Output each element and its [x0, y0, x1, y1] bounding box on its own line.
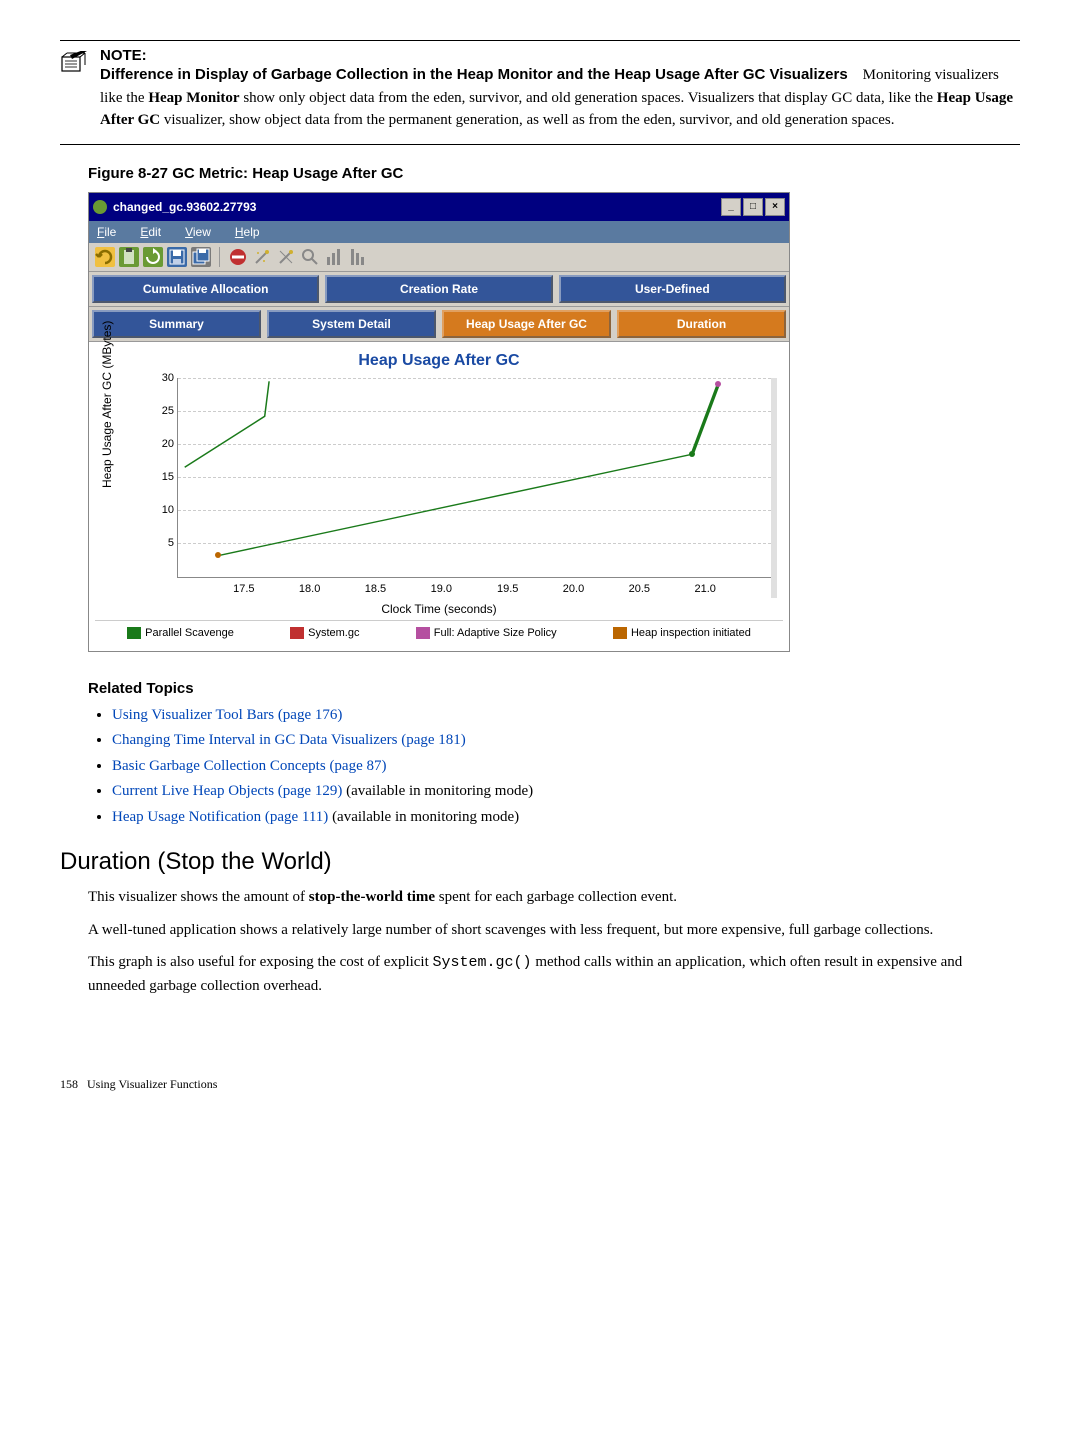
zoom-icon[interactable] [300, 247, 320, 267]
list-item: Heap Usage Notification (page 111) (avai… [112, 805, 1020, 831]
cumulative-allocation-button[interactable]: Cumulative Allocation [92, 275, 319, 303]
swatch-red [290, 627, 304, 639]
swatch-orange [613, 627, 627, 639]
legend-parallel-scavenge: Parallel Scavenge [127, 627, 234, 639]
ytick-30: 30 [154, 372, 174, 384]
refresh-icon[interactable] [143, 247, 163, 267]
summary-button[interactable]: Summary [92, 310, 261, 338]
x-axis-label: Clock Time (seconds) [95, 602, 783, 616]
minimize-button[interactable]: _ [721, 198, 741, 216]
xtick: 20.5 [629, 583, 650, 595]
link-visualizer-toolbars[interactable]: Using Visualizer Tool Bars (page 176) [112, 707, 342, 723]
swatch-pink [416, 627, 430, 639]
menu-view[interactable]: View [185, 225, 211, 239]
link-heap-usage-notification[interactable]: Heap Usage Notification (page 111) [112, 809, 328, 825]
close-button[interactable]: × [765, 198, 785, 216]
window-title: changed_gc.93602.27793 [113, 200, 721, 214]
chart-plot: Heap Usage After GC (MBytes) 30 25 20 15… [151, 378, 771, 598]
paragraph: This visualizer shows the amount of stop… [88, 886, 1020, 909]
heap-usage-button[interactable]: Heap Usage After GC [442, 310, 611, 338]
top-button-row: Cumulative Allocation Creation Rate User… [89, 272, 789, 307]
bars-alt-icon[interactable] [348, 247, 368, 267]
no-entry-icon[interactable] [228, 247, 248, 267]
page-number: 158 [60, 1077, 78, 1091]
legend-full-adaptive: Full: Adaptive Size Policy [416, 627, 557, 639]
chart-title: Heap Usage After GC [95, 352, 783, 370]
link-time-interval[interactable]: Changing Time Interval in GC Data Visual… [112, 732, 466, 748]
chart-area: Heap Usage After GC Heap Usage After GC … [89, 342, 789, 651]
duration-button[interactable]: Duration [617, 310, 786, 338]
note-heading: Difference in Display of Garbage Collect… [100, 66, 848, 83]
point-heap-inspection [215, 552, 221, 558]
menu-help[interactable]: Help [235, 225, 260, 239]
maximize-button[interactable]: □ [743, 198, 763, 216]
xtick: 18.0 [299, 583, 320, 595]
link-gc-concepts[interactable]: Basic Garbage Collection Concepts (page … [112, 758, 387, 774]
toolbar [89, 243, 789, 272]
list-item: Changing Time Interval in GC Data Visual… [112, 728, 1020, 754]
link-live-heap-objects[interactable]: Current Live Heap Objects (page 129) [112, 783, 342, 799]
legend-system-gc: System.gc [290, 627, 359, 639]
footer-label: Using Visualizer Functions [87, 1077, 217, 1091]
note-label: NOTE: [100, 47, 1020, 64]
toolbar-separator [219, 247, 220, 267]
point-full-adaptive [715, 381, 721, 387]
note-block: NOTE: Difference in Display of Garbage C… [60, 40, 1020, 145]
save-multi-icon[interactable] [191, 247, 211, 267]
ytick-15: 15 [154, 471, 174, 483]
titlebar: changed_gc.93602.27793 _ □ × [89, 193, 789, 221]
save-icon[interactable] [167, 247, 187, 267]
app-icon [93, 200, 107, 214]
window-controls: _ □ × [721, 198, 785, 216]
xtick: 20.0 [563, 583, 584, 595]
section-heading-duration: Duration (Stop the World) [60, 848, 1020, 876]
list-item: Basic Garbage Collection Concepts (page … [112, 754, 1020, 780]
page-footer: 158 Using Visualizer Functions [60, 1077, 1020, 1092]
visualizer-window: changed_gc.93602.27793 _ □ × File Edit V… [88, 192, 790, 652]
swatch-green [127, 627, 141, 639]
bars-icon[interactable] [324, 247, 344, 267]
list-item: Using Visualizer Tool Bars (page 176) [112, 703, 1020, 729]
wand-icon[interactable] [252, 247, 272, 267]
chart-scrollbar[interactable] [771, 378, 777, 598]
point-parallel-scavenge [689, 451, 695, 457]
paragraph: A well-tuned application shows a relativ… [88, 919, 1020, 942]
xtick: 21.0 [694, 583, 715, 595]
related-topics-heading: Related Topics [88, 680, 1020, 697]
ytick-25: 25 [154, 405, 174, 417]
creation-rate-button[interactable]: Creation Rate [325, 275, 552, 303]
wand-cross-icon[interactable] [276, 247, 296, 267]
clipboard-icon[interactable] [119, 247, 139, 267]
note-pencil-icon [60, 51, 88, 75]
legend: Parallel Scavenge System.gc Full: Adapti… [95, 620, 783, 645]
figure-caption: Figure 8-27 GC Metric: Heap Usage After … [88, 165, 1020, 182]
menu-file[interactable]: File [97, 225, 116, 239]
related-topics-list: Using Visualizer Tool Bars (page 176) Ch… [88, 703, 1020, 831]
system-detail-button[interactable]: System Detail [267, 310, 436, 338]
menubar: File Edit View Help [89, 221, 789, 243]
paragraph: This graph is also useful for exposing t… [88, 951, 1020, 997]
menu-edit[interactable]: Edit [140, 225, 161, 239]
legend-heap-inspection: Heap inspection initiated [613, 627, 751, 639]
xtick: 18.5 [365, 583, 386, 595]
list-item: Current Live Heap Objects (page 129) (av… [112, 779, 1020, 805]
sub-button-row: Summary System Detail Heap Usage After G… [89, 307, 789, 342]
note-body: Difference in Display of Garbage Collect… [100, 64, 1020, 132]
plot-inner: 30 25 20 15 10 5 17.5 18.0 18.5 19.0 19.… [177, 378, 771, 578]
xtick: 19.0 [431, 583, 452, 595]
ytick-5: 5 [154, 537, 174, 549]
xtick: 19.5 [497, 583, 518, 595]
back-icon[interactable] [95, 247, 115, 267]
xtick: 17.5 [233, 583, 254, 595]
user-defined-button[interactable]: User-Defined [559, 275, 786, 303]
ytick-20: 20 [154, 438, 174, 450]
ytick-10: 10 [154, 504, 174, 516]
